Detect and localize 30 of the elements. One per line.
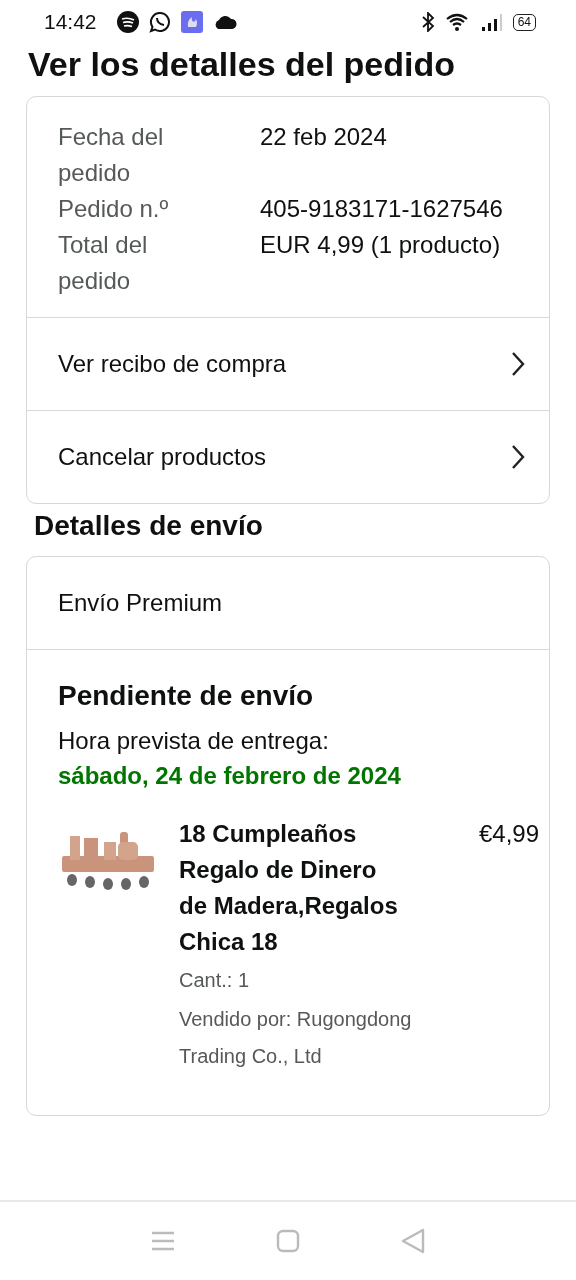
chevron-right-icon [511,351,525,377]
clock: 14:42 [44,10,97,34]
shipping-service: Envío Premium [58,589,223,617]
music-app-icon [116,11,139,33]
seller: Vendido por: Rugongdong Trading Co., Ltd [179,1007,413,1069]
field-label: Total del pedido [58,230,149,296]
menu-link[interactable]: Cancelar productos [27,410,549,503]
home-icon[interactable] [276,1229,300,1253]
page-title: Ver los detalles del pedido [28,44,457,84]
delivery-label: Hora prevista de entrega: [58,726,330,756]
field-label: Fecha del pedido [58,122,165,188]
bluetooth-icon [420,12,435,32]
chevron-right-icon [511,444,525,470]
shipment-status: Pendiente de envío [58,679,315,713]
field-value: EUR 4,99 (1 producto) [260,230,502,260]
chat-app-icon [148,11,171,33]
price: €4,99 [479,819,540,849]
product-title[interactable]: 18 Cumpleaños Regalo de Dinero de Madera,Regalos Chica 18 [179,816,399,960]
quantity: Cant.: 1 [179,968,251,993]
section-heading: Detalles de envío [34,510,264,542]
menu-icon[interactable] [150,1230,175,1252]
app-icon [180,11,203,33]
field-label: Pedido n.º [58,194,170,224]
field-value: 405-9183171-1627546 [260,194,504,224]
signal-icon [480,12,503,32]
menu-link[interactable]: Ver recibo de compra [27,317,549,410]
delivery-date: sábado, 24 de febrero de 2024 [58,761,402,791]
battery-level: 64 [512,13,536,31]
field-value: 22 feb 2024 [260,122,388,152]
back-icon[interactable] [401,1228,426,1254]
